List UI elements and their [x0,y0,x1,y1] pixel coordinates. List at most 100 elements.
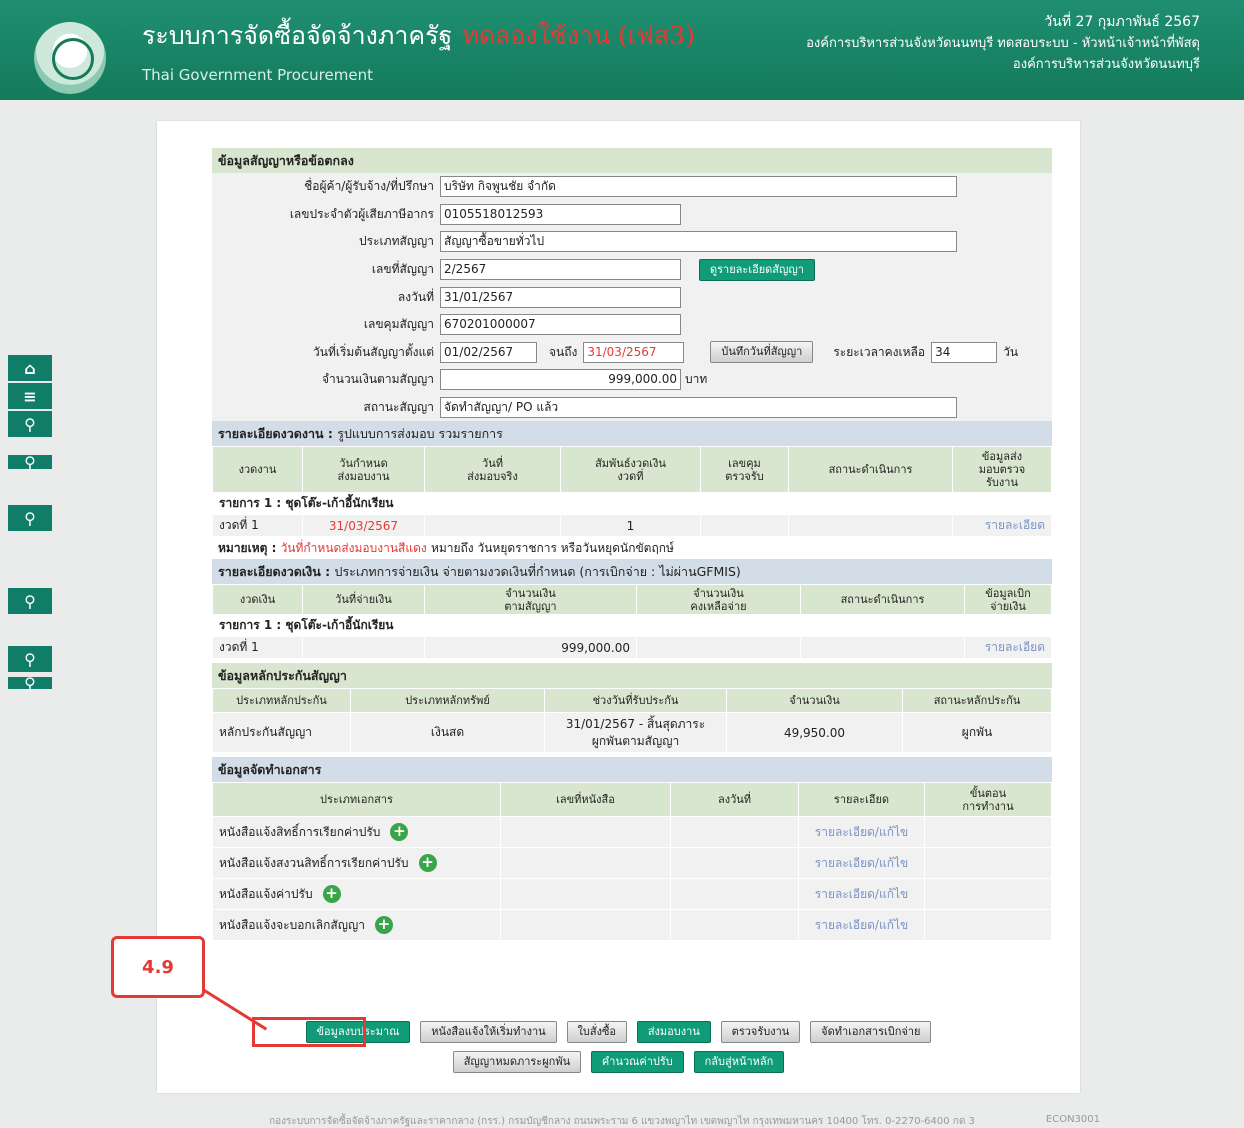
delivery-note: หมายเหตุ : วันที่กำหนดส่งมอบงานสีแดง หมา… [212,537,1052,559]
tax-id-field[interactable]: 0105518012593 [440,203,681,225]
col-status: สถานะดำเนินการ [788,446,953,494]
start-date-label: วันที่เริ่มต้นสัญญาตั้งแต่ [313,344,434,359]
vendor-label: ชื่อผู้ค้า/ผู้รับจ้าง/ที่ปรึกษา [304,179,434,194]
delivery-section-title: รายละเอียดงวดงาน : รูปแบบการส่งมอบ รวมรา… [212,421,1052,447]
doc-name: หนังสือแจ้งสงวนสิทธิ์การเรียกค่าปรับ [219,855,409,870]
amount-field[interactable]: 999,000.00 [440,369,681,391]
doc-detail-link[interactable]: รายละเอียด/แก้ไข [798,847,925,880]
doc-detail-link[interactable]: รายละเอียด/แก้ไข [798,816,925,849]
home-icon[interactable]: ⌂ [8,355,52,381]
col-pay-amount: จำนวนเงิน ตามสัญญา [424,584,637,616]
doc-name: หนังสือแจ้งสิทธิ์การเรียกค่าปรับ [219,824,381,839]
payment-title: รายละเอียดงวดเงิน : [218,564,331,580]
amount-unit: บาท [685,372,708,387]
back-home-button[interactable]: กลับสู่หน้าหลัก [693,1051,785,1073]
disbursement-doc-button[interactable]: จัดทำเอกสารเบิกจ่าย [810,1021,932,1043]
delivery-item-title: รายการ 1 : ชุดโต๊ะ-เก้าอี้นักเรียน [212,492,1052,516]
doc-detail-link[interactable]: รายละเอียด/แก้ไข [798,909,925,942]
payment-item-title: รายการ 1 : ชุดโต๊ะ-เก้าอี้นักเรียน [212,614,1052,638]
table-row: งวดที่ 1 999,000.00 รายละเอียด [212,636,1052,660]
search-icon[interactable]: ⚲ [8,674,52,693]
doc-detail-link[interactable]: รายละเอียด/แก้ไข [798,878,925,911]
contract-type-row: ประเภทสัญญา สัญญาซื้อขายทั่วไป [212,228,1052,256]
col-inspect-control: เลขคุม ตรวจรับ [700,446,789,494]
save-contract-date-button[interactable]: บันทึกวันที่สัญญา [710,341,814,364]
end-date-field[interactable]: 31/03/2567 [583,341,685,363]
table-row: หนังสือแจ้งสงวนสิทธิ์การเรียกค่าปรับ + รา… [212,847,1052,880]
add-icon[interactable]: + [322,885,341,904]
control-no-field[interactable]: 670201000007 [440,314,681,336]
system-title-text: ระบบการจัดซื้อจัดจ้างภาครัฐ [142,21,453,50]
col-guarantee-period: ช่วงวันที่รับประกัน [544,688,727,714]
col-guarantee-amount: จำนวนเงิน [726,688,903,714]
current-date: วันที่ 27 กุมภาพันธ์ 2567 [1044,14,1200,30]
note-label: หมายเหตุ : [218,541,277,556]
col-doc-detail: รายละเอียด [798,782,925,818]
remaining-field[interactable]: 34 [931,341,998,363]
amount-label: จำนวนเงินตามสัญญา [321,372,434,387]
guarantee-status-cell: ผูกพัน [902,712,1052,754]
system-title: ระบบการจัดซื้อจัดจ้างภาครัฐ ทดลองใช้งาน (… [142,16,695,56]
delivery-subtitle: รูปแบบการส่งมอบ รวมรายการ [337,426,503,442]
remaining-label: ระยะเวลาคงเหลือ [833,344,926,359]
start-work-letter-button[interactable]: หนังสือแจ้งให้เริ่มทำงาน [420,1021,557,1043]
col-delivery-info: ข้อมูลส่ง มอบตรวจ รับงาน [952,446,1052,494]
status-label: สถานะสัญญา [363,400,435,415]
vendor-field[interactable]: บริษัท กิจพูนชัย จำกัด [440,176,957,198]
search-icon[interactable]: ⚲ [8,646,52,672]
col-doc-date: ลงวันที่ [670,782,799,818]
pay-amount-cell: 999,000.00 [424,636,637,660]
delivery-table: งวดงาน วันกำหนด ส่งมอบงาน วันที่ ส่งมอบจริ… [212,446,1052,538]
contract-type-field[interactable]: สัญญาซื้อขายทั่วไป [440,231,957,253]
menu-icon[interactable]: ≡ [8,383,52,409]
contract-content: ข้อมูลสัญญาหรือข้อตกลง ชื่อผู้ค้า/ผู้รับ… [212,148,1052,942]
comptroller-logo [34,22,106,94]
contract-info: ชื่อผู้ค้า/ผู้รับจ้าง/ที่ปรึกษา บริษัท ก… [212,173,1052,422]
col-doc-type: ประเภทเอกสาร [212,782,501,818]
contract-no-field[interactable]: 2/2567 [440,259,681,281]
col-asset-type: ประเภทหลักทรัพย์ [350,688,545,714]
amount-row: จำนวนเงินตามสัญญา 999,000.00 บาท [212,366,1052,394]
page-footer: กองระบบการจัดซื้อจัดจ้างภาครัฐและราคากลา… [0,1114,1244,1128]
table-row: หนังสือแจ้งค่าปรับ + รายละเอียด/แก้ไข [212,878,1052,911]
contract-card: ข้อมูลสัญญาหรือข้อตกลง ชื่อผู้ค้า/ผู้รับ… [157,121,1080,1093]
start-date-field[interactable]: 01/02/2567 [440,341,537,363]
search-icon[interactable]: ⚲ [8,453,52,472]
deliver-work-button[interactable]: ส่งมอบงาน [636,1021,711,1043]
signed-date-field[interactable]: 31/01/2567 [440,286,681,308]
search-icon[interactable]: ⚲ [8,588,52,614]
contract-status-field[interactable]: จัดทำสัญญา/ PO แล้ว [440,397,957,419]
col-doc-no: เลขที่หนังสือ [500,782,671,818]
view-contract-detail-button[interactable]: ดูรายละเอียดสัญญา [699,258,815,281]
inspect-work-button[interactable]: ตรวจรับงาน [720,1021,801,1043]
col-due-date: วันกำหนด ส่งมอบงาน [302,446,425,494]
app-header: ระบบการจัดซื้อจัดจ้างภาครัฐ ทดลองใช้งาน (… [0,0,1244,100]
contract-no-label: เลขที่สัญญา [371,262,434,277]
contract-obligation-end-button[interactable]: สัญญาหมดภาระผูกพัน [452,1051,582,1073]
search-icon[interactable]: ⚲ [8,505,52,531]
purchase-order-button[interactable]: ใบสั่งซื้อ [566,1021,628,1043]
add-icon[interactable]: + [374,916,393,935]
table-row: หนังสือแจ้งจะบอกเลิกสัญญา + รายละเอียด/แก… [212,909,1052,942]
note-red-text: วันที่กำหนดส่งมอบงานสีแดง [280,541,427,556]
screen-code: ECON3001 [1045,1114,1100,1125]
contract-no-row: เลขที่สัญญา 2/2567 ดูรายละเอียดสัญญา [212,256,1052,284]
delivery-detail-link[interactable]: รายละเอียด [952,514,1052,538]
documents-table: ประเภทเอกสาร เลขที่หนังสือ ลงวันที่ รายล… [212,782,1052,942]
signed-date-row: ลงวันที่ 31/01/2567 [212,283,1052,311]
period-cell: งวดที่ 1 [212,514,303,538]
payment-detail-link[interactable]: รายละเอียด [964,636,1052,660]
add-icon[interactable]: + [390,823,409,842]
contract-type-label: ประเภทสัญญา [359,234,434,249]
add-icon[interactable]: + [418,854,437,873]
doc-name-cell: หนังสือแจ้งสงวนสิทธิ์การเรียกค่าปรับ + [212,847,501,880]
status-cell [788,514,953,538]
tax-row: เลขประจำตัวผู้เสียภาษีอากร 0105518012593 [212,201,1052,229]
pay-date-cell [302,636,425,660]
user-org: องค์การบริหารส่วนจังหวัดนนทบุรี [1012,57,1200,72]
calculate-fine-button[interactable]: คำนวณค่าปรับ [590,1051,684,1073]
guarantee-amount-cell: 49,950.00 [726,712,903,754]
contract-period-row: วันที่เริ่มต้นสัญญาตั้งแต่ 01/02/2567 จน… [212,339,1052,367]
remaining-unit: วัน [1003,344,1019,359]
search-icon[interactable]: ⚲ [8,411,52,437]
